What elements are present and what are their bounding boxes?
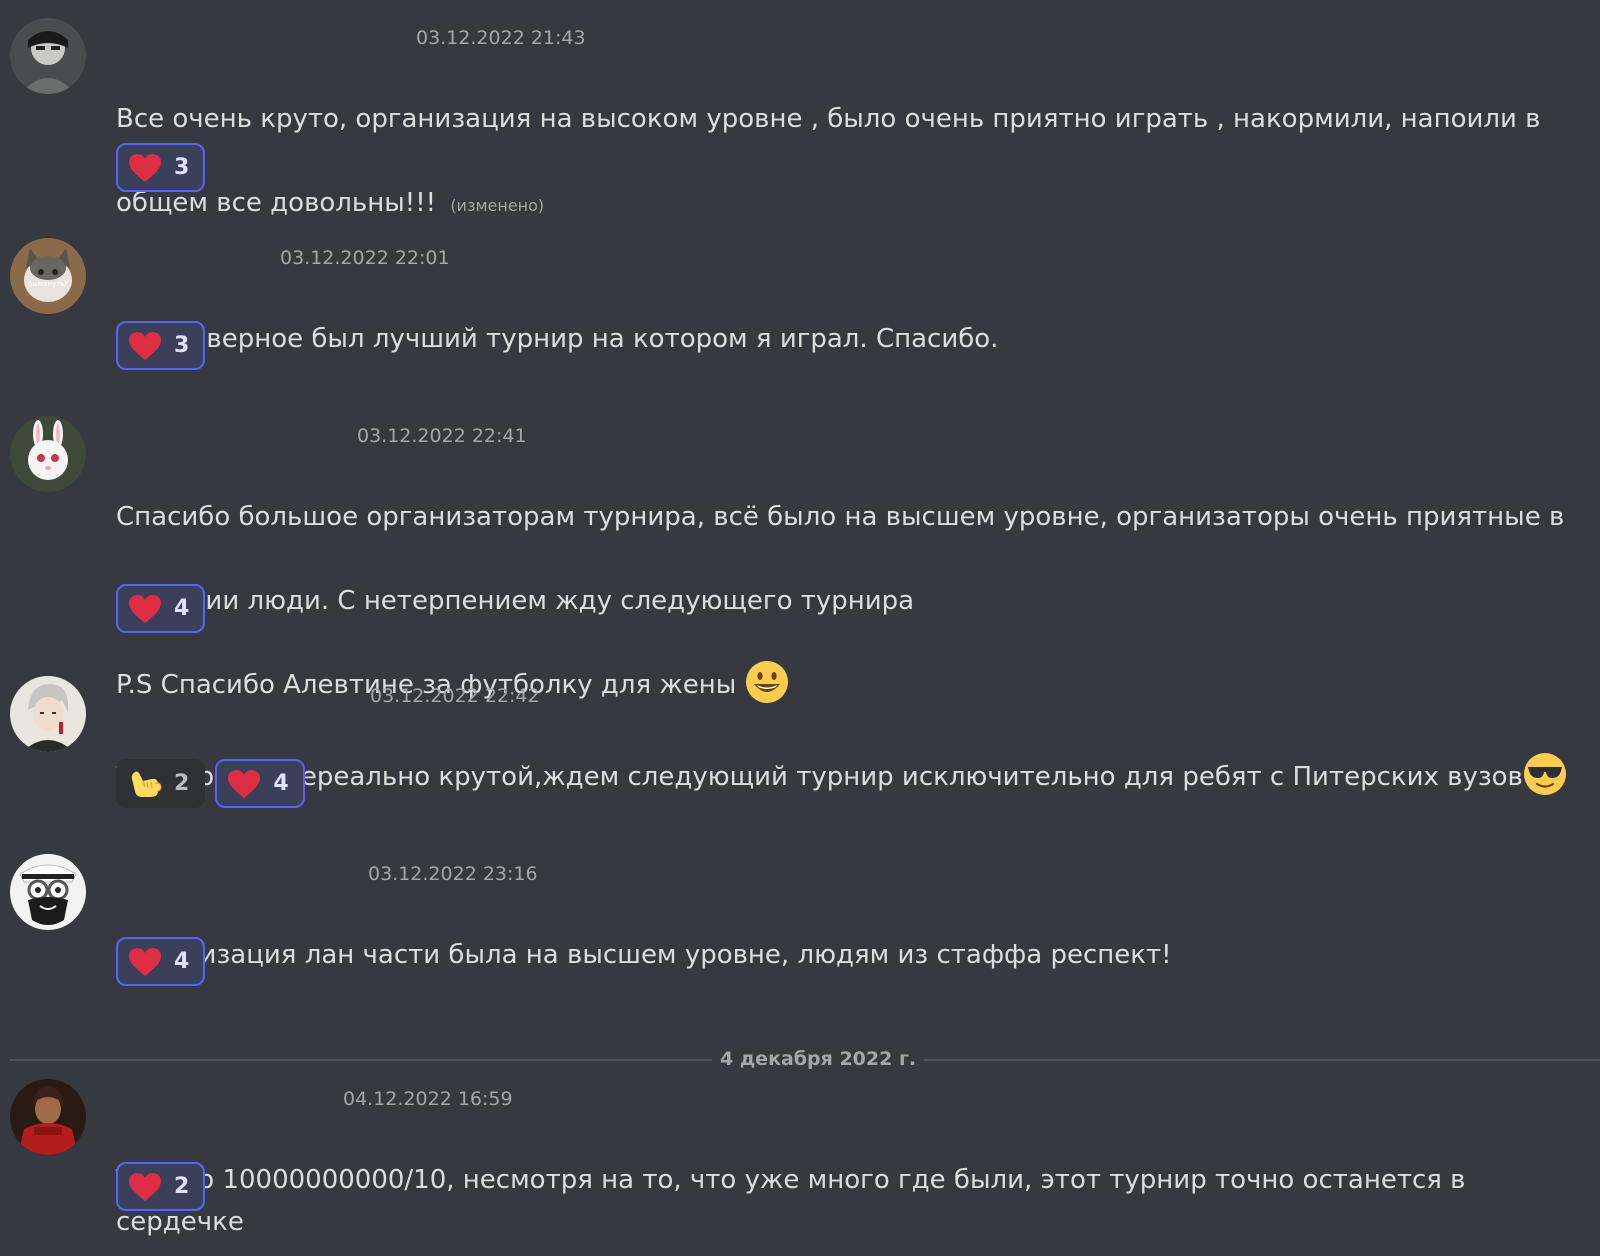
avatar[interactable]: бымануть? [10, 238, 86, 314]
chat-message-list: 03.12.2022 21:43 Все очень круто, органи… [0, 0, 1600, 1256]
reaction-heart[interactable]: 4 [116, 584, 206, 633]
red-heart-icon [128, 1172, 162, 1202]
reaction-count: 4 [174, 596, 190, 621]
message-content: Это наверное был лучший турнир на которо… [116, 276, 1576, 402]
message-timestamp: 03.12.2022 22:41 [357, 425, 527, 447]
message: 04.12.2022 16:59 Турнир 10000000000/10, … [0, 1079, 1600, 1237]
message-content: Турнир был нереально крутой,ждем следующ… [116, 714, 1576, 840]
reaction-bar: 3 [116, 321, 206, 370]
red-heart-icon [128, 331, 162, 361]
avatar[interactable] [10, 1079, 86, 1155]
message-line-text: Турнир был нереально крутой,ждем следующ… [116, 762, 1523, 792]
message: 03.12.2022 22:41 Спасибо большое организ… [0, 416, 1600, 703]
reaction-count: 3 [174, 333, 190, 358]
reaction-bar: 2 [116, 1162, 206, 1211]
message-line: общем все довольны!!! (изменено) [116, 182, 1576, 227]
message-line: Организация лан части была на высшем уро… [116, 940, 1172, 970]
avatar-icon [10, 416, 86, 492]
avatar-caption: бымануть? [28, 280, 68, 288]
avatar-icon: бымануть? [10, 238, 86, 314]
message-line: Турнир 10000000000/10, несмотря на то, ч… [116, 1165, 1466, 1237]
reaction-heart[interactable]: 3 [116, 143, 206, 192]
message-line: общении люди. С нетерпением жду следующе… [116, 586, 915, 616]
message: 03.12.2022 23:16 Организация лан части б… [0, 854, 1600, 992]
message-timestamp: 04.12.2022 16:59 [343, 1088, 513, 1110]
reaction-count: 4 [174, 949, 190, 974]
edited-label: (изменено) [450, 196, 545, 215]
avatar-icon [10, 676, 86, 752]
red-heart-icon [227, 769, 261, 799]
red-heart-icon [128, 153, 162, 183]
avatar-icon [10, 18, 86, 94]
reaction-heart[interactable]: 4 [116, 937, 206, 986]
reaction-count: 3 [174, 155, 190, 180]
message-line: Спасибо большое организаторам турнира, в… [116, 502, 1565, 532]
red-heart-icon [128, 594, 162, 624]
message-content: Все очень круто, организация на высоком … [116, 56, 1576, 269]
message-content: Организация лан части была на высшем уро… [116, 892, 1576, 1018]
reaction-count: 2 [174, 771, 190, 796]
message-line: Турнир был нереально крутой,ждем следующ… [116, 752, 1576, 798]
avatar[interactable] [10, 676, 86, 752]
reaction-bar: 2 4 [116, 759, 305, 808]
avatar-icon [10, 1079, 86, 1155]
call-me-hand-icon [128, 769, 162, 799]
message: 03.12.2022 21:43 Все очень круто, органи… [0, 18, 1600, 218]
message-content: Турнир 10000000000/10, несмотря на то, ч… [116, 1117, 1576, 1256]
avatar[interactable] [10, 416, 86, 492]
message-timestamp: 03.12.2022 23:16 [368, 863, 538, 885]
message-line: Все очень круто, организация на высоком … [116, 104, 1541, 134]
reaction-bar: 4 [116, 937, 206, 986]
message-timestamp: 03.12.2022 22:42 [370, 685, 540, 707]
reaction-bar: 4 [116, 584, 206, 633]
reaction-heart[interactable]: 3 [116, 321, 206, 370]
reaction-heart[interactable]: 4 [215, 759, 305, 808]
red-heart-icon [128, 947, 162, 977]
message-timestamp: 03.12.2022 21:43 [416, 27, 586, 49]
message-line-text: общем все довольны!!! [116, 188, 437, 218]
reaction-call-me[interactable]: 2 [116, 759, 206, 808]
avatar[interactable] [10, 18, 86, 94]
message: 03.12.2022 22:42 Турнир был нереально кр… [0, 676, 1600, 814]
date-divider-label: 4 декабря 2022 г. [712, 1046, 925, 1072]
avatar[interactable] [10, 854, 86, 930]
message-line: Это наверное был лучший турнир на которо… [116, 324, 999, 354]
message-timestamp: 03.12.2022 22:01 [280, 247, 450, 269]
reaction-count: 2 [174, 1174, 190, 1199]
sunglasses-icon [1523, 752, 1567, 796]
reaction-bar: 3 [116, 143, 206, 192]
reaction-count: 4 [273, 771, 289, 796]
reaction-heart[interactable]: 2 [116, 1162, 206, 1211]
avatar-icon [10, 854, 86, 930]
message: бымануть? 03.12.2022 22:01 Это наверное … [0, 238, 1600, 376]
